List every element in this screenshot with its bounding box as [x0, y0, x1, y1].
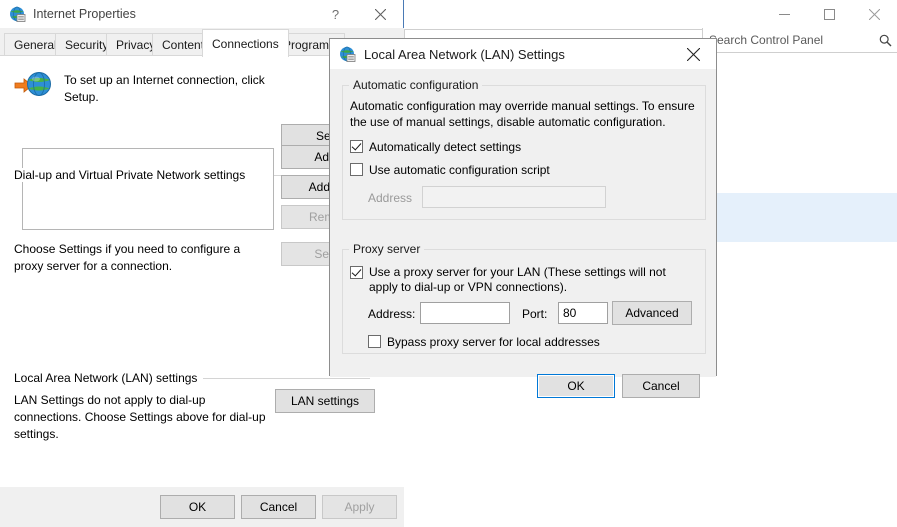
- use-proxy-row[interactable]: Use a proxy server for your LAN (These s…: [350, 265, 690, 295]
- lan-settings-titlebar: Local Area Network (LAN) Settings: [330, 39, 716, 69]
- script-address-label: Address: [368, 191, 413, 205]
- dialup-connections-list[interactable]: [22, 148, 274, 230]
- maximize-icon[interactable]: [807, 0, 852, 28]
- script-address-input: [422, 186, 606, 208]
- lan-settings-icon: [338, 45, 356, 63]
- close-icon[interactable]: [671, 39, 716, 69]
- auto-detect-settings-row[interactable]: Automatically detect settings: [350, 139, 521, 155]
- help-button[interactable]: ?: [313, 0, 358, 28]
- search-icon: [872, 34, 897, 47]
- control-panel-titlebar: [402, 0, 897, 28]
- lan-hint-text: LAN Settings do not apply to dial-up con…: [14, 393, 266, 441]
- bypass-proxy-label: Bypass proxy server for local addresses: [387, 335, 600, 349]
- minimize-icon[interactable]: [762, 0, 807, 28]
- dialup-group-legend: Dial-up and Virtual Private Network sett…: [14, 168, 252, 182]
- use-proxy-checkbox[interactable]: [350, 266, 363, 279]
- proxy-port-input[interactable]: 80: [558, 302, 608, 324]
- ok-button[interactable]: OK: [160, 495, 235, 519]
- lan-settings-button[interactable]: LAN settings: [275, 389, 375, 413]
- lan-settings-title: Local Area Network (LAN) Settings: [364, 46, 565, 62]
- bypass-proxy-checkbox[interactable]: [368, 335, 381, 348]
- advanced-button[interactable]: Advanced: [612, 301, 692, 325]
- lan-settings-body: Automatic configuration Automatic config…: [330, 69, 716, 398]
- globe-setup-icon: [14, 70, 54, 102]
- cancel-button[interactable]: Cancel: [241, 495, 316, 519]
- proxy-address-input[interactable]: [420, 302, 510, 324]
- setup-row: To set up an Internet connection, click …: [14, 70, 274, 106]
- apply-button: Apply: [322, 495, 397, 519]
- bypass-proxy-row[interactable]: Bypass proxy server for local addresses: [368, 334, 600, 350]
- lan-ok-button[interactable]: OK: [537, 374, 615, 398]
- proxy-address-label: Address:: [368, 307, 416, 321]
- internet-properties-footer: OK Cancel Apply: [0, 487, 404, 527]
- tab-connections[interactable]: Connections: [202, 29, 289, 57]
- dialup-hint-text: Choose Settings if you need to configure…: [14, 242, 241, 273]
- automatic-configuration-description: Automatic configuration may override man…: [350, 99, 695, 129]
- use-proxy-label: Use a proxy server for your LAN (These s…: [369, 265, 666, 294]
- use-script-label: Use automatic configuration script: [369, 163, 550, 177]
- close-icon[interactable]: [358, 0, 403, 28]
- screen: Search Control Panel rk s: [0, 0, 897, 527]
- search-control-panel[interactable]: Search Control Panel: [702, 28, 897, 53]
- proxy-port-label: Port:: [522, 307, 548, 321]
- close-icon[interactable]: [852, 0, 897, 28]
- internet-properties-icon: [8, 5, 26, 23]
- automatic-configuration-legend: Automatic configuration: [349, 78, 483, 92]
- lan-settings-dialog: Local Area Network (LAN) Settings Automa…: [329, 38, 717, 398]
- control-panel-window-buttons: [762, 0, 897, 28]
- use-script-checkbox[interactable]: [350, 163, 363, 176]
- auto-detect-settings-label: Automatically detect settings: [369, 140, 522, 154]
- internet-properties-title-buttons: ?: [313, 0, 403, 28]
- proxy-server-legend: Proxy server: [349, 242, 425, 256]
- internet-properties-title: Internet Properties: [33, 7, 136, 21]
- lan-group-legend: Local Area Network (LAN) settings: [14, 371, 204, 385]
- use-script-row[interactable]: Use automatic configuration script: [350, 162, 550, 178]
- setup-text: To set up an Internet connection, click …: [64, 73, 265, 104]
- search-input[interactable]: Search Control Panel: [703, 33, 872, 47]
- auto-detect-settings-checkbox[interactable]: [350, 140, 363, 153]
- internet-properties-titlebar: Internet Properties ?: [0, 0, 403, 28]
- lan-cancel-button[interactable]: Cancel: [622, 374, 700, 398]
